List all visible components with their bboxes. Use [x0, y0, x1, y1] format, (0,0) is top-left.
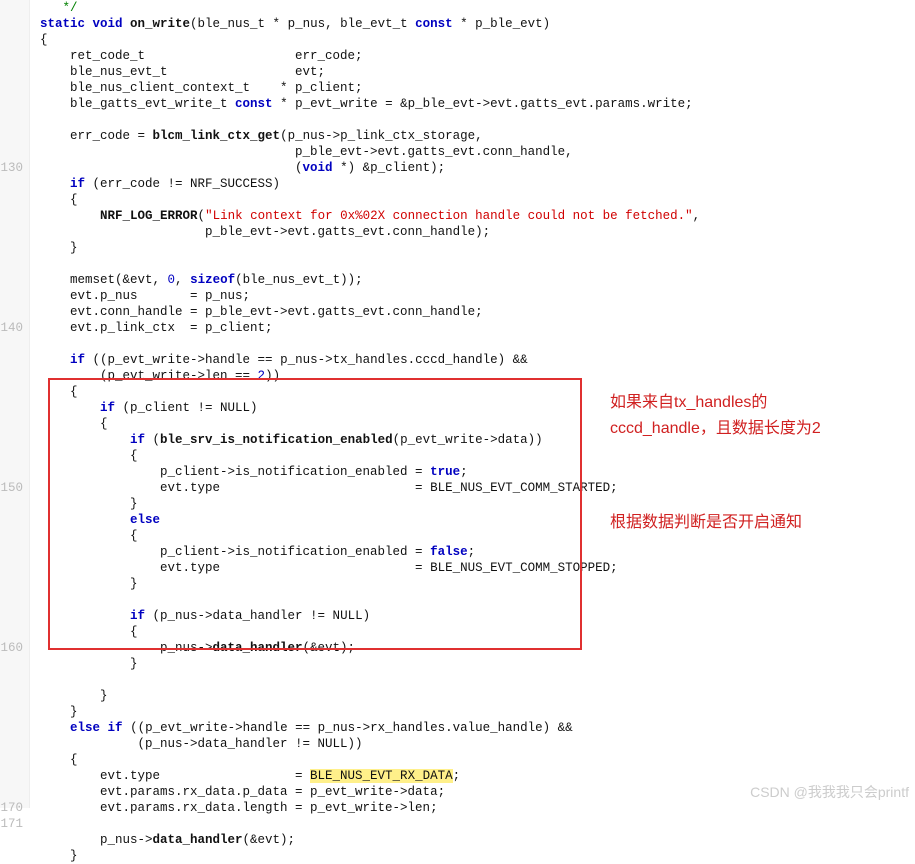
- line-number: 140: [0, 320, 23, 336]
- line-number: 160: [0, 640, 23, 656]
- line-number: 150: [0, 480, 23, 496]
- line-number: 171: [0, 816, 23, 832]
- annotation-1: 如果来自tx_handles的 cccd_handle，且数据长度为2: [610, 390, 821, 441]
- line-number: 170: [0, 800, 23, 816]
- line-number: 130: [0, 160, 23, 176]
- code-block: */ static void on_write(ble_nus_t * p_nu…: [40, 0, 595, 864]
- highlighted-constant: BLE_NUS_EVT_RX_DATA: [310, 769, 453, 783]
- watermark: CSDN @我我我只会printf: [750, 782, 909, 802]
- annotation-2: 根据数据判断是否开启通知: [610, 510, 802, 536]
- line-number-gutter: 130 140 150 160 170 171: [0, 0, 30, 808]
